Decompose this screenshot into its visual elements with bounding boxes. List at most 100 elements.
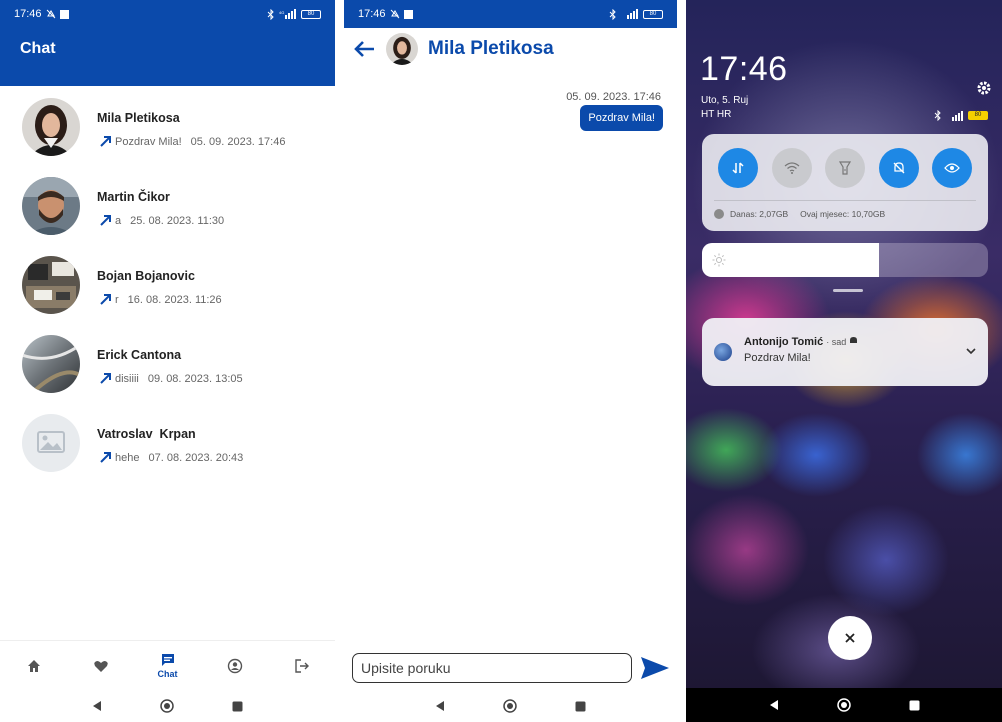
recents-nav-icon[interactable] xyxy=(232,701,243,712)
message-input[interactable] xyxy=(352,653,632,683)
qs-tile-wifi[interactable] xyxy=(771,148,812,188)
bluetooth-icon xyxy=(609,8,616,20)
message-timestamp: 05. 09. 2023. 17:46 xyxy=(190,135,286,148)
profile-icon xyxy=(227,658,242,673)
back-nav-icon[interactable] xyxy=(92,700,102,712)
qs-tile-eye-comfort[interactable] xyxy=(932,148,972,188)
back-nav-icon[interactable] xyxy=(435,700,445,712)
avatar xyxy=(22,335,80,393)
last-message: disiiii xyxy=(115,372,139,385)
brightness-fill xyxy=(702,243,880,277)
close-icon xyxy=(845,633,855,643)
chat-preview: a 25. 08. 2023. 11:30 xyxy=(99,214,224,227)
send-button[interactable] xyxy=(639,653,671,683)
gear-icon[interactable] xyxy=(976,80,992,96)
chat-icon xyxy=(161,654,174,666)
message-timestamp: 07. 08. 2023. 20:43 xyxy=(148,451,244,464)
sent-arrow-icon xyxy=(100,373,111,384)
chat-list-item[interactable]: Martin Čikor a 25. 08. 2023. 11:30 xyxy=(0,167,335,246)
clear-all-button[interactable] xyxy=(828,616,872,660)
chat-list-item[interactable]: Mila Pletikosa Pozdrav Mila! 05. 09. 202… xyxy=(0,88,335,167)
message-timestamp: 16. 08. 2023. 11:26 xyxy=(127,293,222,306)
notification-square-icon xyxy=(59,9,69,19)
message-timestamp: 05. 09. 2023. 17:46 xyxy=(566,91,661,103)
notification-time: · sad xyxy=(826,337,847,347)
brightness-slider[interactable] xyxy=(702,243,988,277)
chat-list: Mila Pletikosa Pozdrav Mila! 05. 09. 202… xyxy=(0,88,335,483)
chat-list-item[interactable]: Bojan Bojanovic r 16. 08. 2023. 11:26 xyxy=(0,246,335,325)
chat-contact-name: Mila Pletikosa xyxy=(97,111,180,125)
data-transfer-icon xyxy=(732,162,744,174)
chat-contact-name: Erick Cantona xyxy=(97,348,182,362)
shade-clock: 17:46 xyxy=(700,50,788,88)
bluetooth-icon xyxy=(267,8,274,20)
data-usage-icon xyxy=(714,209,724,219)
svg-text:4G: 4G xyxy=(279,10,284,15)
nav-home[interactable] xyxy=(14,658,54,674)
shade-carrier: HT HR xyxy=(701,109,732,120)
app-header: 17:46 4G 80 Chat xyxy=(0,0,335,86)
alarm-bell-icon xyxy=(850,337,858,343)
conversation-titlebar: Mila Pletikosa xyxy=(344,28,677,70)
recents-nav-icon[interactable] xyxy=(575,701,586,712)
system-nav-bar xyxy=(0,690,335,722)
qs-tile-silent[interactable] xyxy=(878,148,919,188)
nav-favorites[interactable] xyxy=(81,658,121,674)
data-usage-month: Ovaj mjesec: 10,70GB xyxy=(800,209,886,219)
qs-tile-mobile-data[interactable] xyxy=(718,148,758,188)
bottom-nav: Chat xyxy=(0,640,335,690)
chat-contact-name: Bojan Bojanovic xyxy=(97,269,195,283)
back-nav-icon[interactable] xyxy=(769,699,779,711)
avatar xyxy=(386,33,418,65)
qs-tile-flashlight[interactable] xyxy=(825,148,865,188)
flashlight-icon xyxy=(839,161,851,175)
home-nav-icon[interactable] xyxy=(503,699,517,713)
data-usage-row: Danas: 2,07GB Ovaj mjesec: 10,70GB xyxy=(702,201,988,227)
sent-arrow-icon xyxy=(100,452,111,463)
nav-chat-label: Chat xyxy=(157,669,178,679)
nav-chat[interactable]: Chat xyxy=(148,652,188,679)
avatar xyxy=(22,256,80,314)
conversation-screen: 17:46 80 Mila Pletikosa 05. 09. 2023. 17… xyxy=(344,0,677,722)
avatar xyxy=(22,177,80,235)
chat-contact-name: Martin Čikor xyxy=(97,190,170,204)
placeholder-image-icon xyxy=(37,431,65,453)
message-timestamp: 25. 08. 2023. 11:30 xyxy=(130,214,225,227)
battery-icon: 80 xyxy=(643,9,663,19)
chat-list-item[interactable]: Erick Cantona disiiii 09. 08. 2023. 13:0… xyxy=(0,325,335,404)
system-nav-bar xyxy=(686,688,1002,722)
status-bar: 17:46 4G 80 xyxy=(0,0,335,28)
notification-shade-screen: 17:46 Uto, 5. Ruj HT HR 80 Danas: 2,07GB… xyxy=(686,0,1002,722)
last-message: r xyxy=(115,293,119,306)
chat-list-screen: 17:46 4G 80 Chat Mila Pletikosa Pozdrav … xyxy=(0,0,335,722)
shade-date: Uto, 5. Ruj xyxy=(701,95,749,106)
send-icon xyxy=(641,657,669,679)
message-timestamp: 09. 08. 2023. 13:05 xyxy=(147,372,243,385)
outgoing-message-bubble: Pozdrav Mila! xyxy=(580,105,663,131)
recents-nav-icon[interactable] xyxy=(909,700,920,711)
notification-square-icon xyxy=(403,9,413,19)
back-arrow-icon[interactable] xyxy=(352,39,376,59)
shade-drag-handle[interactable] xyxy=(833,289,863,292)
notification-sender: Antonijo Tomić xyxy=(744,336,824,348)
eye-icon xyxy=(944,163,960,173)
chat-preview: disiiii 09. 08. 2023. 13:05 xyxy=(99,372,243,385)
dnd-icon xyxy=(390,9,399,19)
contact-name: Mila Pletikosa xyxy=(428,38,554,59)
chat-preview: r 16. 08. 2023. 11:26 xyxy=(99,293,222,306)
chat-list-item[interactable]: Vatroslav Krpan hehe 07. 08. 2023. 20:43 xyxy=(0,404,335,483)
chat-preview: hehe 07. 08. 2023. 20:43 xyxy=(99,451,243,464)
home-nav-icon[interactable] xyxy=(836,698,851,712)
bell-mute-icon xyxy=(893,162,904,174)
system-nav-bar xyxy=(344,690,677,722)
nav-logout[interactable] xyxy=(282,658,322,674)
app-icon xyxy=(714,343,732,361)
sun-icon xyxy=(712,253,726,267)
chevron-down-icon[interactable] xyxy=(964,344,978,358)
last-message: hehe xyxy=(115,451,140,464)
chat-contact-name: Vatroslav Krpan xyxy=(97,427,196,441)
signal-icon xyxy=(627,9,638,19)
nav-profile[interactable] xyxy=(215,658,255,674)
notification-card[interactable]: Antonijo Tomić · sad Pozdrav Mila! xyxy=(702,318,988,386)
home-nav-icon[interactable] xyxy=(160,699,174,713)
